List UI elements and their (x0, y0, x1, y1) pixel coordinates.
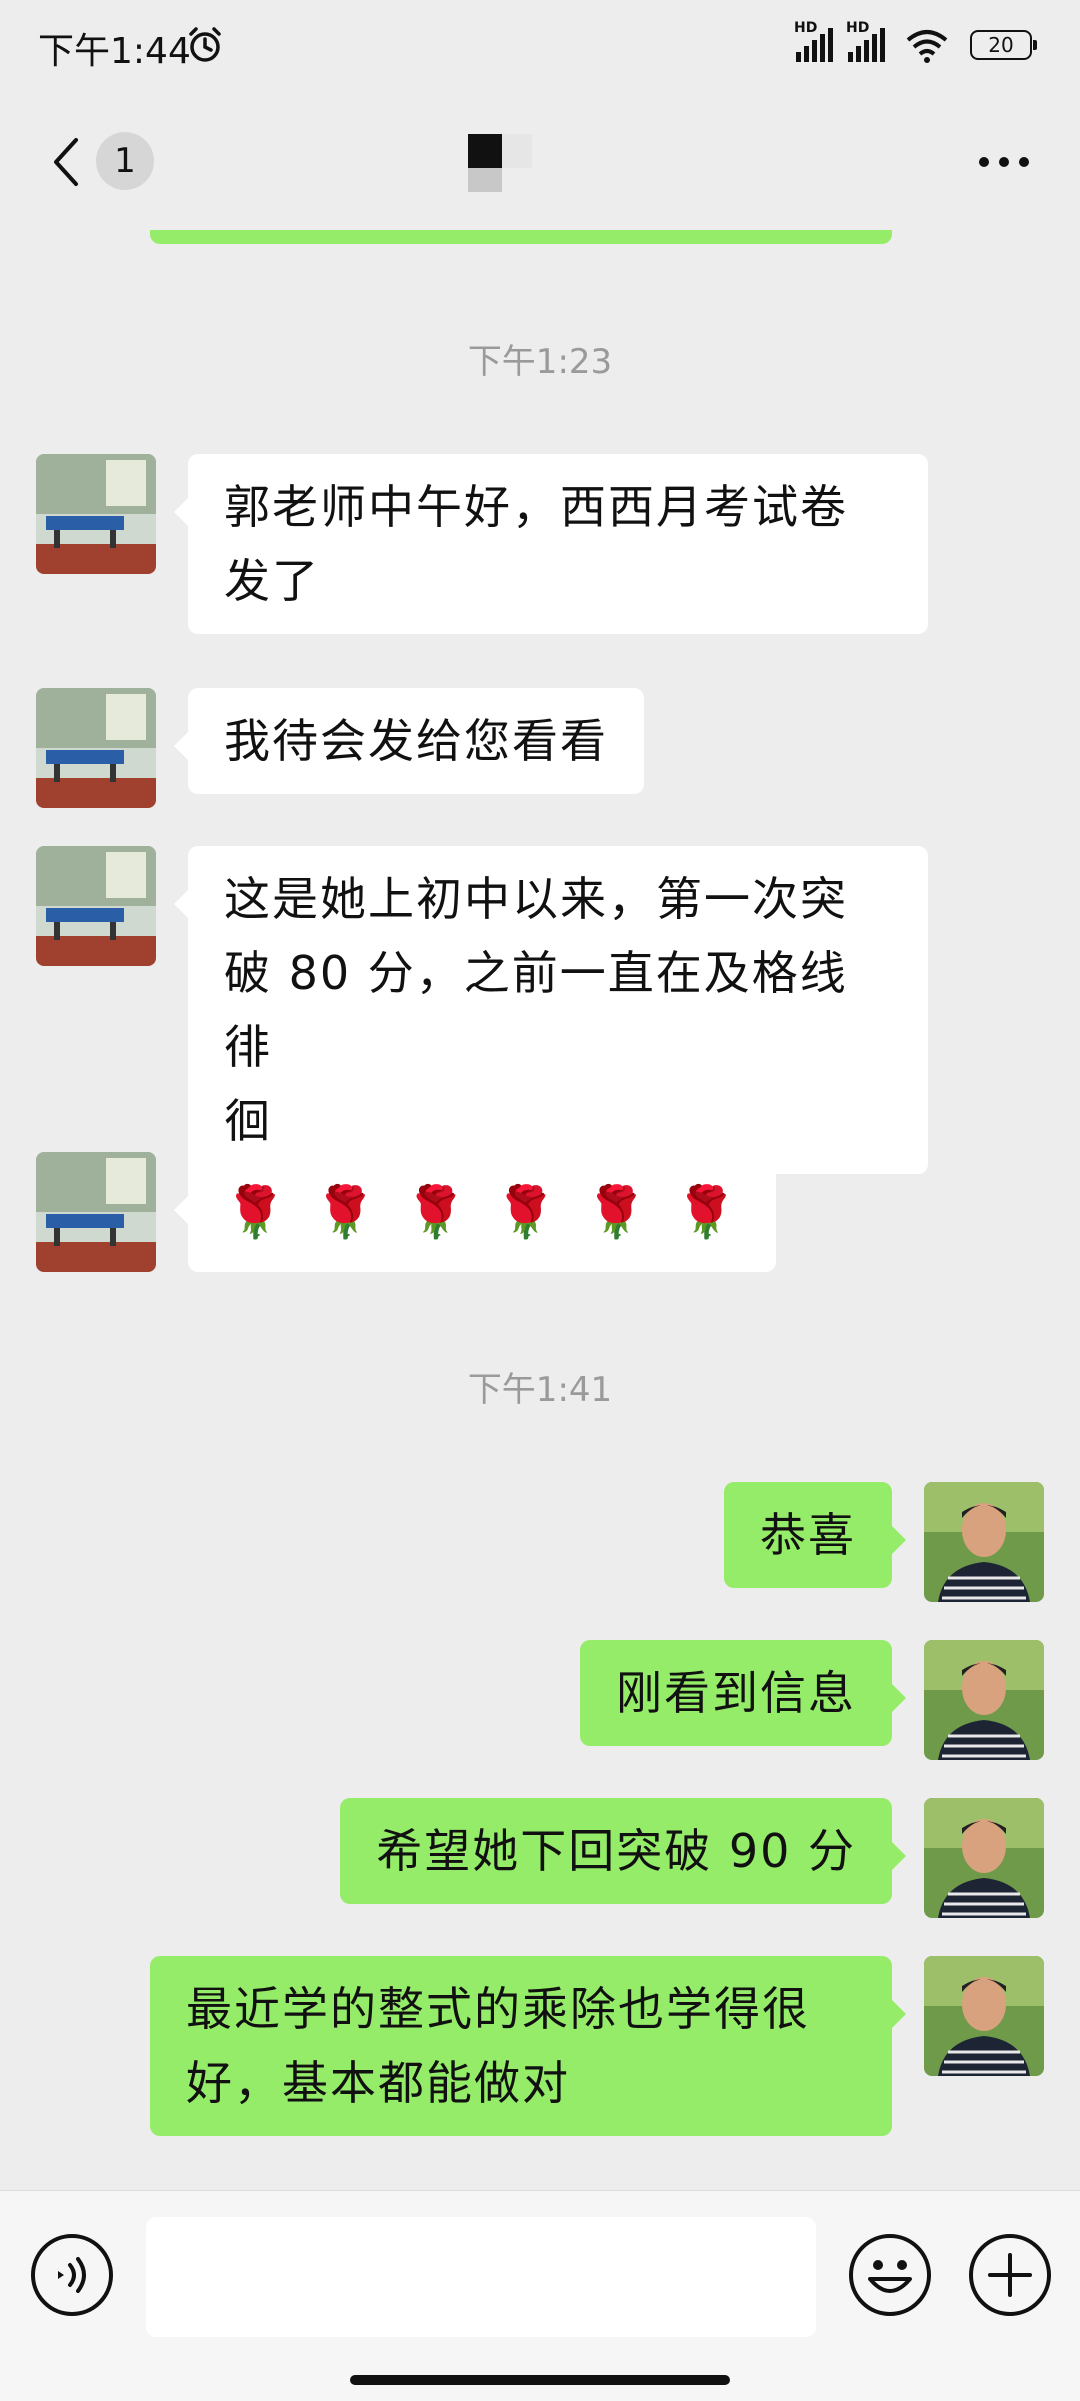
status-bar: 下午1:44 HD HD 20 (0, 0, 1080, 92)
message-line: 徊 (224, 1094, 272, 1148)
outgoing-message[interactable]: 刚看到信息 (580, 1640, 906, 1746)
incoming-message[interactable]: 郭老师中午好，西西月考试卷 发了 (174, 454, 928, 634)
home-indicator[interactable] (350, 2375, 730, 2385)
incoming-message[interactable]: 这是她上初中以来，第一次突 破 80 分，之前一直在及格线徘 徊 (174, 846, 928, 1174)
input-bar (0, 2190, 1080, 2401)
outgoing-message[interactable]: 希望她下回突破 90 分 (340, 1798, 906, 1904)
my-avatar[interactable] (924, 1798, 1044, 1918)
message-timestamp: 下午1:23 (467, 342, 613, 382)
status-time: 下午1:44 (38, 31, 191, 72)
outgoing-message[interactable]: 恭喜 (724, 1482, 906, 1588)
unread-count-badge: 1 (96, 132, 154, 190)
alarm-icon (189, 27, 221, 62)
chevron-left-icon (54, 138, 78, 186)
rose-emoji: 🌹 (404, 1183, 469, 1241)
message-line: 好，基本都能做对 (186, 2056, 570, 2110)
message-line: 破 80 分，之前一直在及格线徘 (224, 946, 848, 1074)
rose-emoji: 🌹 (314, 1183, 379, 1241)
previous-message-edge (150, 230, 892, 244)
signal-icon (796, 28, 833, 62)
battery-icon: 20 (970, 30, 1037, 60)
my-avatar[interactable] (924, 1482, 1044, 1602)
contact-avatar[interactable] (36, 1152, 156, 1272)
message-timestamp: 下午1:41 (467, 1370, 613, 1410)
back-button[interactable]: 1 (40, 128, 160, 192)
contact-avatar[interactable] (36, 846, 156, 966)
plus-icon[interactable] (966, 2231, 1054, 2319)
chat-header: 1 (0, 92, 1080, 230)
my-avatar[interactable] (924, 1956, 1044, 2076)
message-line: 发了 (224, 554, 320, 608)
outgoing-message[interactable]: 最近学的整式的乘除也学得很 好，基本都能做对 (150, 1956, 906, 2136)
contact-name-redacted[interactable] (468, 134, 534, 192)
my-avatar[interactable] (924, 1640, 1044, 1760)
message-line: 郭老师中午好，西西月考试卷 (224, 480, 848, 534)
contact-avatar[interactable] (36, 688, 156, 808)
wifi-icon (906, 30, 948, 63)
rose-emoji: 🌹 (585, 1183, 650, 1241)
rose-emoji: 🌹 (494, 1183, 560, 1241)
rose-emoji: 🌹 (675, 1183, 740, 1241)
incoming-message[interactable]: 我待会发给您看看 (174, 688, 644, 794)
signal-icon (848, 28, 885, 62)
status-icons: HD HD 20 (794, 20, 1044, 68)
voice-icon[interactable] (28, 2231, 116, 2319)
rose-emoji: 🌹 (224, 1183, 289, 1241)
message-input[interactable] (146, 2217, 816, 2337)
message-list[interactable]: 下午1:23 郭老师中午好，西西月考试卷 发了 我待会发给您看看 这是她上初中以… (0, 230, 1080, 2190)
contact-avatar[interactable] (36, 454, 156, 574)
emoji-icon[interactable] (846, 2231, 934, 2319)
message-line: 最近学的整式的乘除也学得很 (186, 1982, 810, 2036)
more-options-button[interactable] (964, 132, 1044, 192)
incoming-emoji-message[interactable]: 🌹 🌹 🌹 🌹 🌹 🌹 (174, 1152, 776, 1272)
message-line: 这是她上初中以来，第一次突 (224, 872, 848, 926)
